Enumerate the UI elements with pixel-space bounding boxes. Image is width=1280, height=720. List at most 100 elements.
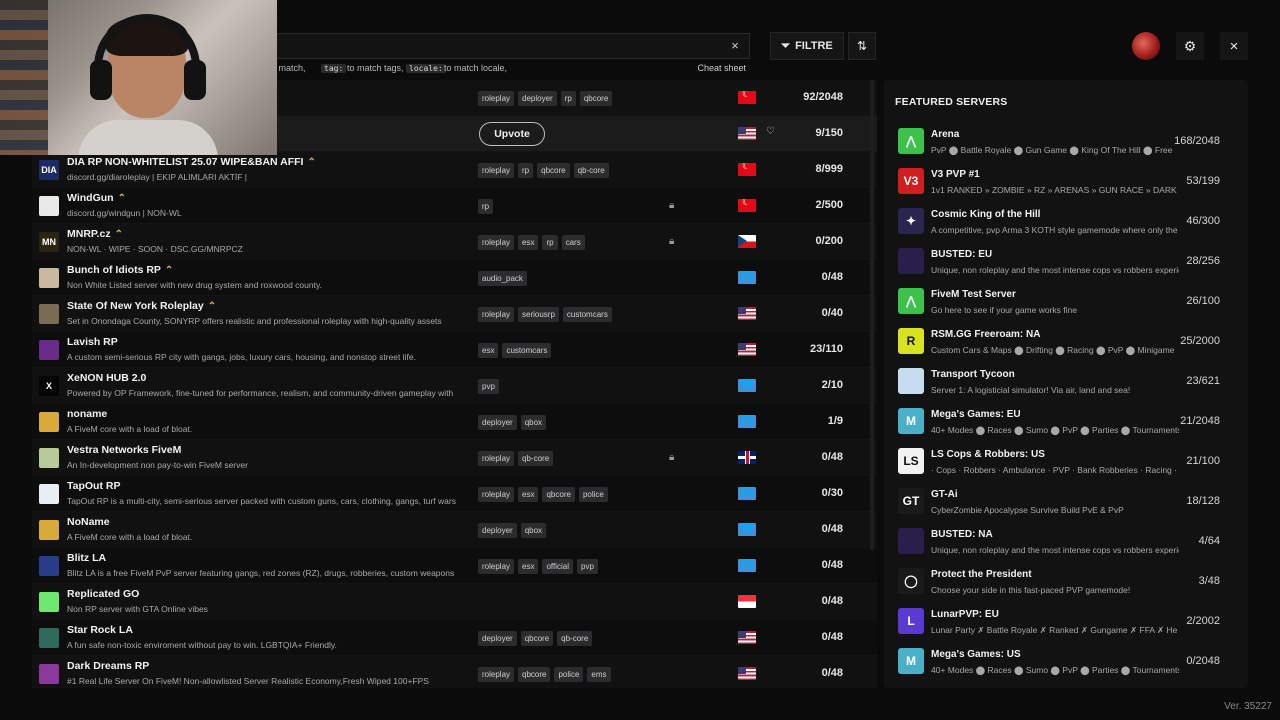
tag-badge[interactable]: qb-core	[573, 163, 609, 178]
tag-badge[interactable]: roleplay	[478, 487, 515, 502]
featured-server-item[interactable]: LS LS Cops & Robbers: US · Cops · Robbers …	[884, 441, 1248, 481]
boost-icon: ⌃	[114, 229, 123, 240]
tag-badge[interactable]: qb-core	[518, 451, 554, 466]
server-row[interactable]: NoName A FiveM core with a load of bloat.…	[32, 512, 877, 548]
tag-badge[interactable]: customcars	[502, 343, 552, 358]
tag-badge[interactable]: roleplay	[478, 235, 515, 250]
sort-button[interactable]: ⇅	[848, 32, 876, 60]
tag-badge[interactable]: deployer	[478, 631, 517, 646]
server-row[interactable]: Blitz LA Blitz LA is a free FiveM PvP ser…	[32, 548, 877, 584]
server-logo	[39, 304, 59, 324]
tag-badge[interactable]: pvp	[478, 379, 499, 394]
tag-badge[interactable]: qbcore	[579, 91, 613, 106]
tag-badge[interactable]: qb-core	[557, 631, 593, 646]
featured-server-item[interactable]: ⋀ FiveM Test Server Go here to see if your…	[884, 281, 1248, 321]
server-row[interactable]: MN MNRP.cz ⌃ NON-WL · WIPE · SOON · DSC.GG/…	[32, 224, 877, 260]
tag-badge[interactable]: deployer	[478, 523, 517, 538]
featured-server-item[interactable]: L LunarPVP: EU Lunar Party ✗ Battle Royale…	[884, 601, 1248, 641]
server-row[interactable]: WindGun⌃ discord.gg/windgun | NON-WL rp 🔒︎ 2…	[32, 188, 877, 224]
featured-server-item[interactable]: GT GT-Ai CyberZombie Apocalypse Survive Bu…	[884, 481, 1248, 521]
tag-badge[interactable]: rp	[560, 91, 576, 106]
player-count: 0/48	[821, 631, 843, 643]
server-row[interactable]: X XeNON HUB 2.0 Powered by OP Framework, f…	[32, 368, 877, 404]
tag-badge[interactable]: cars	[561, 235, 585, 250]
tag-badge[interactable]: police	[578, 487, 608, 502]
featured-server-item[interactable]: BUSTED: NA Unique, non roleplay and the m…	[884, 521, 1248, 561]
server-row[interactable]: TapOut RP TapOut RP is a multi-city, semi…	[32, 476, 877, 512]
hint-text: to match tags,	[347, 63, 404, 73]
tag-badge[interactable]: rp	[478, 199, 494, 214]
settings-button[interactable]: ⚙	[1176, 32, 1204, 60]
tag-badge[interactable]: roleplay	[478, 307, 515, 322]
featured-server-item[interactable]: V3 V3 PVP #1 1v1 RANKED » ZOMBIE » RZ » AR…	[884, 161, 1248, 201]
tag-badge[interactable]: rp	[542, 235, 558, 250]
tag-badge[interactable]: deployer	[478, 415, 517, 430]
tag-badge[interactable]: qbcore	[518, 667, 551, 682]
featured-server-item[interactable]: ◯ Protect the President Choose your side i…	[884, 561, 1248, 601]
globe-icon	[738, 559, 756, 572]
tag-badge[interactable]: official	[542, 559, 573, 574]
server-row[interactable]: Replicated GO Non RP server with GTA Onli…	[32, 584, 877, 620]
featured-server-item[interactable]: BUSTED: EU Unique, non roleplay and the m…	[884, 241, 1248, 281]
tag-badge[interactable]: esx	[518, 487, 539, 502]
server-row[interactable]: noname A FiveM core with a load of bloat.…	[32, 404, 877, 440]
tag-badge[interactable]: esx	[478, 343, 499, 358]
hint-text: to match locale,	[444, 63, 508, 73]
featured-title: FEATURED SERVERS	[895, 96, 1008, 108]
tag-badge[interactable]: rp	[518, 163, 534, 178]
server-row[interactable]: Vestra Networks FiveM An In-development n…	[32, 440, 877, 476]
tag-badge[interactable]: deployer	[518, 91, 557, 106]
tag-badge[interactable]: seriousrp	[518, 307, 559, 322]
tag-badge[interactable]: roleplay	[478, 163, 515, 178]
clear-search-button[interactable]: ×	[727, 38, 743, 54]
upvote-button[interactable]: Upvote	[479, 122, 545, 146]
player-count: 0/48	[821, 451, 843, 463]
featured-server-item[interactable]: M Mega's Games: US 40+ Modes ⬤ Races ⬤ Sum…	[884, 641, 1248, 681]
tag-badge[interactable]: esx	[518, 559, 539, 574]
server-row[interactable]: DIA DIA RP NON-WHITELIST 25.07 WIPE&BAN A…	[32, 152, 877, 188]
server-list-scrollbar[interactable]	[870, 80, 874, 550]
tag-badge[interactable]: customcars	[562, 307, 612, 322]
featured-server-item[interactable]: R RSM.GG Freeroam: NA Custom Cars & Maps ⬤…	[884, 321, 1248, 361]
tag-badge[interactable]: roleplay	[478, 667, 515, 682]
filter-button[interactable]: ⏷ FILTRE	[770, 32, 844, 60]
tag-badge[interactable]: qbcore	[537, 163, 570, 178]
server-row[interactable]: Bunch of Idiots RP ⌃ Non White Listed serv…	[32, 260, 877, 296]
server-description: discord.gg/diaroleplay | EKIP ALIMLARI A…	[67, 172, 248, 182]
server-row[interactable]: Star Rock LA A fun safe non-toxic envirom…	[32, 620, 877, 656]
featured-server-item[interactable]: Transport Tycoon Server 1: A logisticial …	[884, 361, 1248, 401]
tag-badge[interactable]: qbox	[520, 415, 547, 430]
server-row[interactable]: Lavish RP A custom semi-serious RP city w…	[32, 332, 877, 368]
server-name: Dark Dreams RP	[67, 660, 150, 672]
flag-usa-icon	[738, 667, 756, 680]
server-description: A custom semi-serious RP city with gangs…	[67, 352, 416, 362]
close-button[interactable]: ×	[1220, 32, 1248, 60]
tag-badge[interactable]: esx	[518, 235, 539, 250]
tag-badge[interactable]: pvp	[577, 559, 598, 574]
tag-badge[interactable]: audio_pack	[478, 271, 527, 286]
tag-badge[interactable]: roleplay	[478, 91, 515, 106]
featured-servers-panel: FEATURED SERVERS ⋀ Arena PvP ⬤ Battle Roya…	[884, 80, 1248, 688]
boost-icon: ⌃	[164, 265, 174, 276]
avatar[interactable]	[1132, 32, 1160, 60]
tag-badge[interactable]: police	[554, 667, 584, 682]
featured-server-item[interactable]: ⋀ Arena PvP ⬤ Battle Royale ⬤ Gun Game ⬤ K…	[884, 121, 1248, 161]
server-description: Non RP server with GTA Online vibes	[67, 604, 208, 614]
gear-icon: ⚙	[1183, 37, 1197, 54]
tag-badge[interactable]: roleplay	[478, 559, 515, 574]
tag-badge[interactable]: qbcore	[520, 631, 554, 646]
featured-server-item[interactable]: M Mega's Games: EU 40+ Modes ⬤ Races ⬤ Sum…	[884, 401, 1248, 441]
tag-badge[interactable]: ems	[587, 667, 611, 682]
tag-badge[interactable]: qbox	[520, 523, 547, 538]
server-tags: roleplay esx official pvp	[478, 559, 598, 574]
server-name: Vestra Networks FiveM	[67, 444, 182, 456]
server-description: NON-WL · WIPE · SOON · DSC.GG/MNRPCZ	[67, 244, 243, 254]
cheat-sheet-link[interactable]: Cheat sheet	[697, 63, 746, 73]
tag-badge[interactable]: roleplay	[478, 451, 515, 466]
favorite-heart-icon[interactable]: ♡	[766, 126, 775, 137]
search-input[interactable]	[263, 37, 703, 55]
tag-badge[interactable]: qbcore	[542, 487, 575, 502]
server-row[interactable]: State Of New York Roleplay ⌃ Set in Ononda…	[32, 296, 877, 332]
featured-server-item[interactable]: ✦ Cosmic King of the Hill A competitive, p…	[884, 201, 1248, 241]
server-row[interactable]: Dark Dreams RP #1 Real Life Server On Fiv…	[32, 656, 877, 688]
